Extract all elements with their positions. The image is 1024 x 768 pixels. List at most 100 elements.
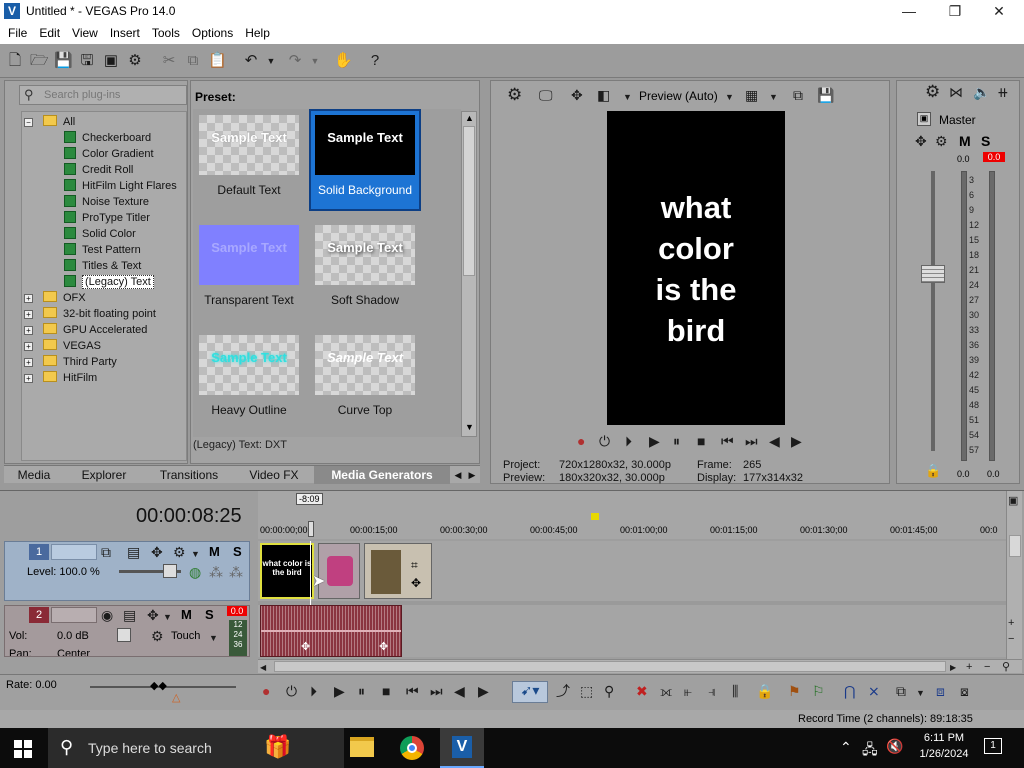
zoom-in-horizontal-icon[interactable]: + [966, 659, 972, 675]
zoom-tool-icon[interactable]: ⚲ [1002, 659, 1010, 675]
ignore-grouping-icon[interactable]: ⧇ [960, 683, 969, 699]
delete-icon[interactable]: ✖ [636, 683, 648, 699]
previous-frame-icon[interactable]: ◀ [454, 683, 465, 699]
undo-dropdown-icon[interactable]: ▼ [262, 52, 280, 70]
new-file-icon[interactable]: 🗋 [6, 52, 24, 70]
tab-scroll-right-icon[interactable]: ▶ [466, 466, 478, 484]
automation-dropdown-icon[interactable]: ▼ [209, 630, 218, 646]
properties-gear-icon[interactable]: ⚙ [126, 52, 144, 70]
preview-settings-gear-icon[interactable]: ⚙ [507, 86, 522, 103]
tree-item[interactable]: Checkerboard [64, 130, 151, 146]
collapse-icon[interactable]: − [24, 118, 33, 127]
lock-icon[interactable]: 🔒 [925, 463, 941, 479]
save-snapshot-icon[interactable]: 💾 [817, 87, 834, 103]
go-to-end-icon[interactable]: ⏭ [430, 683, 443, 699]
tree-item[interactable]: + OFX [24, 290, 86, 306]
play-from-start-icon[interactable]: ⏵ [625, 433, 632, 449]
track-dropdown-icon[interactable]: ▼ [191, 546, 200, 562]
chrome-icon[interactable] [400, 736, 424, 760]
notifications-icon[interactable]: 1 [984, 738, 1002, 754]
master-fader-track[interactable] [931, 171, 935, 451]
render-icon[interactable]: ▣ [102, 52, 120, 70]
zoom-in-vertical-icon[interactable]: + [1008, 615, 1014, 631]
tree-item[interactable]: + VEGAS [24, 338, 101, 354]
split-icon[interactable]: ⫼ [732, 683, 738, 699]
save-as-icon[interactable]: 🖫 [78, 52, 96, 70]
audio-fx-icon[interactable]: ▤ [123, 607, 136, 623]
gift-promo-icon[interactable]: 🎁 [264, 734, 291, 760]
play-icon[interactable]: ▶ [649, 433, 660, 449]
volume-muted-icon[interactable]: 🔇 [886, 738, 903, 755]
loop-playback-icon[interactable]: ⏻ [286, 683, 297, 699]
go-to-start-icon[interactable]: ⏮ [721, 433, 734, 449]
ripple-dropdown-icon[interactable]: ▼ [916, 685, 925, 701]
menu-help[interactable]: Help [239, 23, 276, 43]
trim-end-icon[interactable]: ⫣ [708, 683, 716, 699]
menu-view[interactable]: View [66, 23, 104, 43]
preset-heavy-outline[interactable]: Sample Text Heavy Outline [193, 329, 305, 431]
external-monitor-icon[interactable]: 🖵 [539, 87, 553, 103]
normal-edit-tool-icon[interactable]: ➹▾ [512, 681, 548, 703]
playhead-handle[interactable] [308, 521, 314, 537]
tab-scroll-left-icon[interactable]: ◀ [452, 466, 464, 484]
play-from-start-icon[interactable]: ⏵ [310, 683, 317, 699]
video-track-header[interactable]: 1 ⧉ ▤ ✥ ⚙ ▼ M S Level: 100.0 % ◍ ⁂ ⁂ [4, 541, 250, 601]
arm-record-icon[interactable]: ◉ [101, 607, 113, 623]
tree-item[interactable]: ProType Titler [64, 210, 150, 226]
tab-explorer[interactable]: Explorer [64, 466, 144, 484]
tree-item[interactable]: Test Pattern [64, 242, 141, 258]
insert-region-icon[interactable]: ⚐ [812, 683, 825, 699]
preset-soft-shadow[interactable]: Sample Text Soft Shadow [309, 219, 421, 321]
undo-icon[interactable]: ↶ [242, 52, 260, 70]
next-frame-icon[interactable]: ▶ [791, 433, 802, 449]
overlays-grid-icon[interactable]: ▦ [745, 87, 758, 103]
audio-mute-button[interactable]: M [181, 607, 192, 622]
vegas-taskbar-icon[interactable]: V [440, 728, 484, 768]
tree-item[interactable]: Noise Texture [64, 194, 149, 210]
tree-item[interactable]: Credit Roll [64, 162, 133, 178]
paste-icon[interactable]: 📋 [208, 52, 227, 70]
zoom-out-horizontal-icon[interactable]: − [984, 659, 990, 675]
cut-icon[interactable]: ✂ [160, 52, 178, 70]
audio-fx-icon[interactable]: ✥ [301, 640, 310, 653]
pan-icon[interactable]: ✥ [915, 133, 927, 149]
timeline-horizontal-scrollbar[interactable]: ◀ ▶ + − ⚲ [258, 659, 1022, 673]
scroll-up-icon[interactable]: ▲ [465, 113, 474, 123]
taskbar-search-input[interactable]: Type here to search [88, 740, 212, 756]
copy-icon[interactable]: ⧉ [184, 52, 202, 70]
vol-slider-handle[interactable] [117, 628, 131, 642]
go-to-end-icon[interactable]: ⏭ [745, 433, 758, 449]
zoom-out-vertical-icon[interactable]: − [1008, 631, 1014, 647]
expand-icon[interactable]: + [24, 294, 33, 303]
pause-icon[interactable]: ⏸ [673, 433, 680, 449]
search-box[interactable]: ⚲ Search plug-ins [19, 85, 187, 105]
preview-quality-dropdown-icon[interactable]: ▼ [623, 89, 632, 105]
taskbar-date[interactable]: 1/26/2024 [912, 748, 976, 760]
vscroll-thumb[interactable] [1009, 535, 1021, 557]
record-icon[interactable]: ● [262, 683, 270, 699]
move-icon[interactable]: ✥ [571, 87, 583, 103]
compositing-icon[interactable]: ✥ [151, 544, 163, 560]
snapping-magnet-icon[interactable]: ⋂ [844, 683, 855, 699]
record-icon[interactable]: ● [577, 433, 585, 449]
tree-item[interactable]: + GPU Accelerated [24, 322, 147, 338]
mixer-settings-gear-icon[interactable]: ⚙ [925, 83, 940, 100]
master-solo-button[interactable]: S [981, 133, 990, 149]
tab-media-generators[interactable]: Media Generators [314, 466, 450, 484]
pan-crop-icon[interactable]: ⌗ [411, 558, 418, 573]
menu-options[interactable]: Options [186, 23, 239, 43]
tab-video-fx[interactable]: Video FX [234, 466, 314, 484]
child-composite-icon[interactable]: ⁂ [229, 564, 243, 580]
level-slider-handle[interactable] [163, 564, 177, 578]
trim-icon[interactable]: ⟗ [660, 683, 672, 699]
track-motion-icon[interactable]: ⧉ [101, 544, 111, 560]
tree-item[interactable]: Titles & Text [64, 258, 141, 274]
stop-icon[interactable]: ■ [697, 433, 705, 449]
tree-item[interactable]: + HitFilm [24, 370, 97, 386]
minimize-button[interactable]: — [886, 0, 932, 22]
scroll-down-icon[interactable]: ▼ [465, 422, 474, 432]
parent-composite-icon[interactable]: ⁂ [209, 564, 223, 580]
preset-solid-background[interactable]: Sample Text Solid Background [309, 109, 421, 211]
track-mute-button[interactable]: M [209, 544, 220, 559]
windows-start-icon[interactable] [14, 740, 32, 758]
